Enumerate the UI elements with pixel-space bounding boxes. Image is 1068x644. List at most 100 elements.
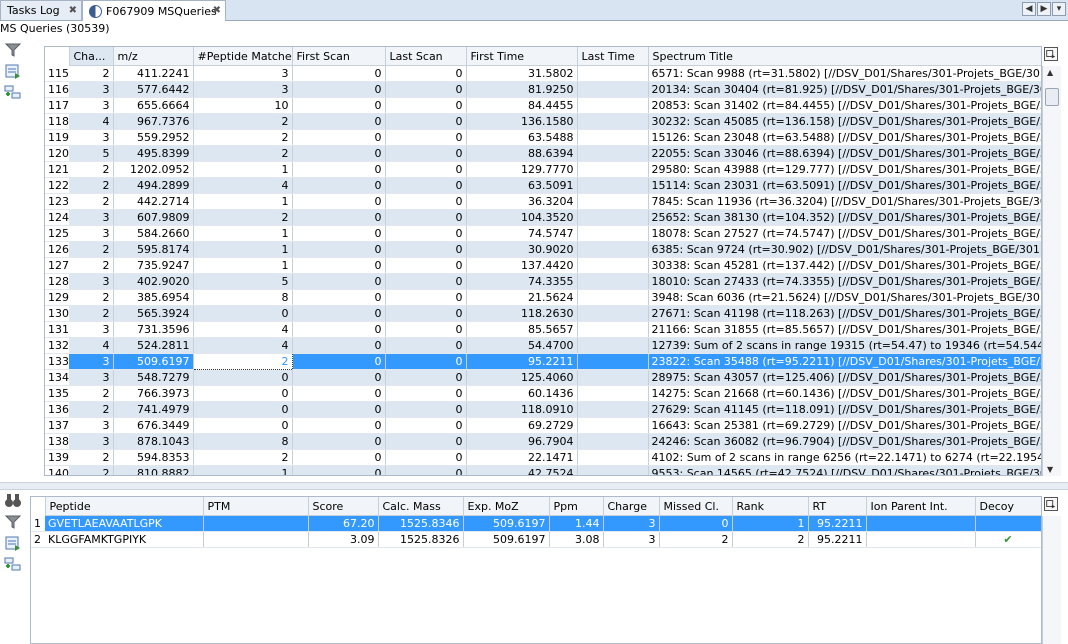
- table-row[interactable]: 118 4 967.7376 2 0 0 136.1580 30232: Scan 45085…: [45, 113, 1041, 130]
- table-row[interactable]: 139 2 594.8353 2 0 0 22.1471 4102: Sum of 2 sca…: [45, 449, 1041, 466]
- column-header[interactable]: Calc. Mass: [377, 497, 464, 516]
- table-row[interactable]: 125 3 584.2660 1 0 0 74.5747 18078: Scan 27527 …: [45, 225, 1041, 242]
- column-header[interactable]: Charge: [602, 497, 660, 516]
- table-row[interactable]: 140 2 810.8882 1 0 0 42.7524 9553: Scan 14565 (…: [45, 465, 1041, 475]
- table-row[interactable]: 128 3 402.9020 5 0 0 74.3355 18010: Scan 27433 …: [45, 273, 1041, 290]
- cell-pm: 1: [193, 257, 293, 274]
- column-header[interactable]: First Scan: [291, 47, 386, 66]
- cell-fs: 0: [292, 145, 386, 162]
- cell-pm: 0: [193, 305, 293, 322]
- column-header[interactable]: Ion Parent Int.: [865, 497, 976, 516]
- column-header[interactable]: PTM: [202, 497, 309, 516]
- tab-tasks-log[interactable]: Tasks Log ✖: [0, 0, 82, 20]
- scroll-left-icon[interactable]: ◀: [1022, 2, 1036, 16]
- cell-lt: [577, 305, 649, 322]
- cell-charge: 3: [69, 273, 114, 290]
- cell-charge: 3: [69, 129, 114, 146]
- binoculars-icon[interactable]: [4, 492, 22, 508]
- table-row[interactable]: 130 2 565.3924 0 0 0 118.2630 27671: Scan 41198…: [45, 305, 1041, 322]
- table-row[interactable]: 115 2 411.2241 3 0 0 31.5802 6571: Scan 9988 (r…: [45, 65, 1041, 82]
- cell-fs: 0: [292, 417, 386, 434]
- export-icon[interactable]: [4, 63, 22, 79]
- column-header[interactable]: Decoy: [974, 497, 1041, 516]
- column-header[interactable]: Last Time: [576, 47, 649, 66]
- cell-title: 30232: Scan 45085 (rt=136.158) [//DSV_D0…: [648, 113, 1041, 130]
- column-header[interactable]: Missed Cl.: [658, 497, 733, 516]
- table-row[interactable]: 129 2 385.6954 8 0 0 21.5624 3948: Scan 6036 (r…: [45, 289, 1041, 306]
- table-row[interactable]: 124 3 607.9809 2 0 0 104.3520 25652: Scan 38130…: [45, 209, 1041, 226]
- column-header[interactable]: #Peptide Matches: [192, 47, 293, 66]
- row-number: 136: [45, 401, 69, 418]
- cell-ls: 0: [385, 449, 467, 466]
- table-row[interactable]: 134 3 548.7279 0 0 0 125.4060 28975: Scan 43057…: [45, 369, 1041, 386]
- close-icon[interactable]: ✖: [213, 5, 221, 16]
- corner-menu-icon[interactable]: [1044, 497, 1058, 511]
- table-row[interactable]: 131 3 731.3596 4 0 0 85.5657 21166: Scan 31855 …: [45, 321, 1041, 338]
- table-row[interactable]: 135 2 766.3973 0 0 0 60.1436 14275: Scan 21668 …: [45, 385, 1041, 402]
- row-number: 125: [45, 225, 69, 242]
- export-icon[interactable]: [4, 535, 22, 551]
- table-row[interactable]: 117 3 655.6664 10 0 0 84.4455 20853: Scan 31402…: [45, 97, 1041, 114]
- table-row[interactable]: 127 2 735.9247 1 0 0 137.4420 30338: Scan 45281…: [45, 257, 1041, 274]
- column-header[interactable]: Score: [307, 497, 379, 516]
- scrollbar[interactable]: ▲ ▼: [1042, 66, 1061, 476]
- funnel-icon[interactable]: [4, 42, 22, 58]
- column-header[interactable]: Cha...: [68, 47, 114, 66]
- cell-pm: 4: [193, 177, 293, 194]
- column-header[interactable]: First Time: [465, 47, 578, 66]
- close-icon[interactable]: ✖: [69, 5, 77, 16]
- cell-ft: 30.9020: [466, 241, 578, 258]
- table-row[interactable]: 120 5 495.8399 2 0 0 88.6394 22055: Scan 33046 …: [45, 145, 1041, 162]
- funnel-icon[interactable]: [4, 514, 22, 530]
- row-number: 117: [45, 97, 69, 114]
- cell-lt: [577, 113, 649, 130]
- table-row[interactable]: 1 GVETLAEAVAATLGPK 67.20 1525.8346 509.6197 1…: [31, 515, 1041, 532]
- corner-menu-icon[interactable]: [1044, 47, 1058, 61]
- cell-ft: 22.1471: [466, 449, 578, 466]
- table-row[interactable]: 122 2 494.2899 4 0 0 63.5091 15114: Scan 23031 …: [45, 177, 1041, 194]
- table-row[interactable]: 119 3 559.2952 2 0 0 63.5488 15126: Scan 23048 …: [45, 129, 1041, 146]
- row-number: 1: [31, 515, 45, 532]
- row-number: 118: [45, 113, 69, 130]
- scroll-down-icon[interactable]: ▼: [1047, 465, 1053, 474]
- cell-mz: 766.3973: [113, 385, 194, 402]
- scroll-up-icon[interactable]: ▲: [1047, 68, 1053, 77]
- cell-ls: 0: [385, 385, 467, 402]
- table-row[interactable]: 123 2 442.2714 1 0 0 36.3204 7845: Scan 11936 (…: [45, 193, 1041, 210]
- splitter[interactable]: [0, 482, 1068, 490]
- table-row[interactable]: 126 2 595.8174 1 0 0 30.9020 6385: Scan 9724 (r…: [45, 241, 1041, 258]
- tab-msqueries[interactable]: F067909 MSQueries ✖: [82, 0, 226, 21]
- cell-ptm: [203, 531, 309, 548]
- cell-mz: 442.2714: [113, 193, 194, 210]
- table-row[interactable]: 137 3 676.3449 0 0 0 69.2729 16643: Scan 25381 …: [45, 417, 1041, 434]
- table-row[interactable]: 2 KLGGFAMKTGPIYK 3.09 1525.8326 509.6197 3.08…: [31, 531, 1041, 548]
- table-row[interactable]: 138 3 878.1043 8 0 0 96.7904 24246: Scan 36082 …: [45, 433, 1041, 450]
- scroll-right-icon[interactable]: ▶: [1037, 2, 1051, 16]
- table-row[interactable]: 133 3 509.6197 2 0 0 95.2211 23822: Scan 35488 …: [45, 353, 1041, 370]
- column-header[interactable]: Spectrum Title: [647, 47, 1041, 66]
- column-header[interactable]: Rank: [731, 497, 809, 516]
- cell-mz: 676.3449: [113, 417, 194, 434]
- cell-lt: [577, 321, 649, 338]
- tab-menu-icon[interactable]: ▾: [1052, 2, 1066, 16]
- table-row[interactable]: 132 4 524.2811 4 0 0 54.4700 12739: Sum of 2 sc…: [45, 337, 1041, 354]
- column-header[interactable]: Last Scan: [384, 47, 467, 66]
- cell-ls: 0: [385, 81, 467, 98]
- cell-exp: 509.6197: [463, 531, 550, 548]
- column-header[interactable]: m/z: [112, 47, 194, 66]
- add-icon[interactable]: [4, 85, 22, 101]
- column-header[interactable]: RT: [807, 497, 867, 516]
- column-header[interactable]: Peptide: [44, 497, 204, 516]
- cell-mz: 741.4979: [113, 401, 194, 418]
- column-header[interactable]: Exp. MoZ: [462, 497, 550, 516]
- add-icon[interactable]: [4, 557, 22, 573]
- cell-decoy: ✔: [975, 531, 1041, 548]
- cell-charge: 2: [69, 193, 114, 210]
- table-row[interactable]: 136 2 741.4979 0 0 0 118.0910 27629: Scan 41145…: [45, 401, 1041, 418]
- table-row[interactable]: 121 2 1202.0952 1 0 0 129.7770 29580: Scan 4398…: [45, 161, 1041, 178]
- column-header[interactable]: Ppm: [548, 497, 604, 516]
- scrollbar-thumb[interactable]: [1045, 88, 1059, 106]
- scrollbar[interactable]: [1042, 516, 1061, 644]
- table-row[interactable]: 116 3 577.6442 3 0 0 81.9250 20134: Scan 30404 …: [45, 81, 1041, 98]
- cell-ls: 0: [385, 353, 467, 370]
